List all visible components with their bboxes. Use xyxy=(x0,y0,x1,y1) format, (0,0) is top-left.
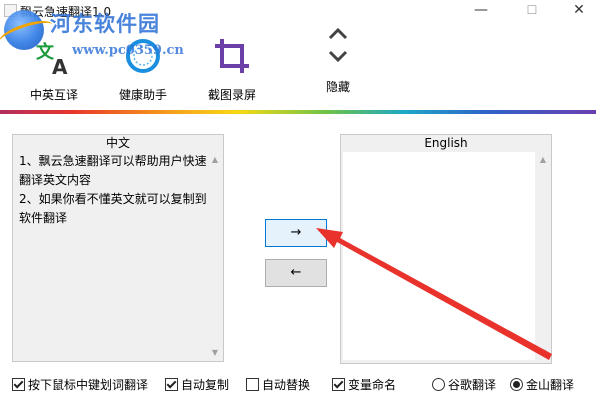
toolbar-hide-label: 隐藏 xyxy=(325,80,350,94)
toolbar-hide-button[interactable]: 隐藏 xyxy=(298,27,378,103)
target-text-area[interactable] xyxy=(343,152,539,360)
radio-selected-icon[interactable] xyxy=(510,378,523,391)
source-scrollbar[interactable]: ▲ ▼ xyxy=(207,152,223,361)
close-button[interactable]: ✕ xyxy=(556,0,596,22)
option-label: 自动替换 xyxy=(262,378,311,392)
target-panel-header: English xyxy=(341,135,551,151)
watermark-url: www.pc0359.cn xyxy=(72,43,184,58)
engine-label: 金山翻译 xyxy=(526,378,575,392)
checkbox-checked-icon[interactable] xyxy=(165,378,178,391)
checkbox-checked-icon[interactable] xyxy=(332,378,345,391)
maximize-button[interactable]: ☐ xyxy=(509,0,555,22)
option-variable-naming[interactable]: 变量命名 xyxy=(332,377,396,393)
crop-icon xyxy=(215,39,249,73)
option-label: 变量命名 xyxy=(348,378,397,392)
source-panel-header: 中文 xyxy=(13,135,223,151)
option-middle-click-translate[interactable]: 按下鼠标中键划词翻译 xyxy=(12,377,148,393)
watermark-logo: 河东软件园 www.pc0359.cn xyxy=(0,2,202,64)
rainbow-divider xyxy=(0,110,596,114)
option-auto-copy[interactable]: 自动复制 xyxy=(165,377,229,393)
scroll-down-icon[interactable]: ▼ xyxy=(535,345,551,361)
collapse-chevrons-icon xyxy=(328,27,348,63)
scroll-up-icon[interactable]: ▲ xyxy=(535,152,551,168)
radio-unselected-icon[interactable] xyxy=(432,378,445,391)
source-text-area[interactable]: 1、飘云急速翻译可以帮助用户快速翻译英文内容 2、如果你看不懂英文就可以复制到软… xyxy=(17,152,209,360)
toolbar-screenshot-button[interactable]: 截图录屏 xyxy=(192,28,272,103)
watermark-title: 河东软件园 xyxy=(50,11,160,36)
scroll-down-icon[interactable]: ▼ xyxy=(207,345,223,361)
checkbox-checked-icon[interactable] xyxy=(12,378,25,391)
target-panel: English ▲ ▼ xyxy=(340,134,552,364)
toolbar-screenshot-label: 截图录屏 xyxy=(207,88,256,102)
minimize-button[interactable]: — xyxy=(458,0,504,22)
translate-reverse-button[interactable]: ← xyxy=(265,259,327,287)
engine-kingsoft[interactable]: 金山翻译 xyxy=(510,377,574,393)
scroll-up-icon[interactable]: ▲ xyxy=(207,152,223,168)
engine-google[interactable]: 谷歌翻译 xyxy=(432,377,496,393)
target-scrollbar[interactable]: ▲ ▼ xyxy=(535,152,551,361)
translate-forward-button[interactable]: → xyxy=(265,219,327,247)
checkbox-unchecked-icon[interactable] xyxy=(246,378,259,391)
engine-label: 谷歌翻译 xyxy=(448,378,497,392)
source-panel: 中文 1、飘云急速翻译可以帮助用户快速翻译英文内容 2、如果你看不懂英文就可以复… xyxy=(12,134,224,362)
toolbar-translate-label: 中英互译 xyxy=(29,88,78,102)
option-label: 自动复制 xyxy=(181,378,230,392)
option-label: 按下鼠标中键划词翻译 xyxy=(28,378,149,392)
toolbar-health-label: 健康助手 xyxy=(118,88,167,102)
option-auto-replace[interactable]: 自动替换 xyxy=(246,377,310,393)
